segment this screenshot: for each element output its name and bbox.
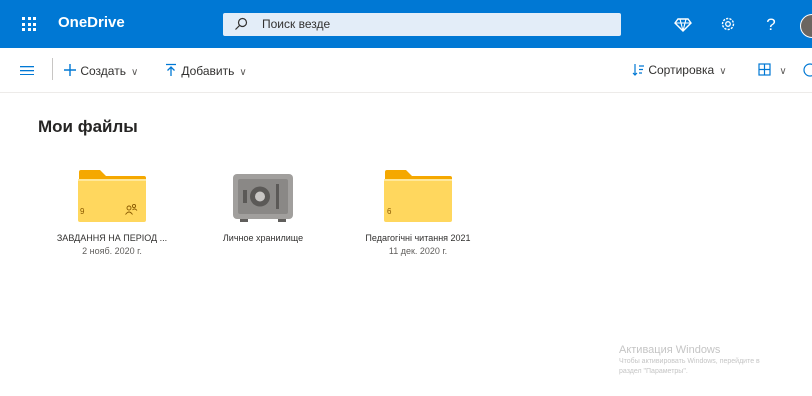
chevron-down-icon: ∨: [130, 67, 139, 78]
app-name[interactable]: OneDrive: [58, 14, 125, 31]
upload-arrow-icon: [166, 63, 176, 76]
shared-people-icon: [125, 203, 138, 215]
windows-activation-watermark: Активация Windows Чтобы активировать Win…: [619, 344, 760, 376]
new-button[interactable]: Создать ∨: [63, 63, 138, 78]
view-switcher-button[interactable]: ∨: [758, 63, 787, 77]
upload-button[interactable]: Добавить ∨: [164, 63, 247, 78]
chevron-down-icon: ∨: [719, 66, 727, 77]
nav-menu-icon[interactable]: [20, 65, 34, 75]
vault-tile[interactable]: Личное хранилище: [193, 170, 333, 243]
folder-tile[interactable]: 9 ЗАВДАННЯ НА ПЕРІОД ... 2 нояб. 2020 г.: [42, 170, 182, 256]
watermark-text: Чтобы активировать Windows, перейдите в: [619, 358, 760, 365]
folder-item-count: 6: [387, 207, 392, 216]
upload-button-label: Добавить: [181, 64, 235, 78]
avatar[interactable]: [800, 14, 812, 38]
folder-tile[interactable]: 6 Педагогічні читання 2021 11 дек. 2020 …: [348, 170, 488, 256]
details-info-icon[interactable]: [803, 63, 812, 77]
folder-thumbnail: 9: [42, 170, 182, 225]
folder-icon: [384, 170, 452, 222]
svg-text:?: ?: [766, 15, 775, 34]
sort-icon: [632, 64, 644, 76]
sort-button-label: Сортировка: [648, 63, 715, 77]
grid-view-icon: [758, 63, 771, 76]
folder-item-count: 9: [80, 207, 85, 216]
item-date: 11 дек. 2020 г.: [388, 246, 448, 256]
new-button-label: Создать: [80, 64, 126, 78]
suite-header: OneDrive Поиск везде ?: [0, 0, 812, 48]
waffle-icon[interactable]: [22, 17, 36, 31]
premium-diamond-icon[interactable]: [673, 14, 693, 34]
item-name: Личное хранилище: [222, 233, 304, 243]
page-title: Мои файлы: [38, 117, 138, 136]
search-icon: [235, 17, 248, 30]
settings-gear-icon[interactable]: [718, 14, 738, 34]
watermark-title: Активация Windows: [619, 344, 721, 356]
search-box[interactable]: Поиск везде: [223, 13, 621, 36]
vault-thumbnail: [193, 170, 333, 225]
plus-icon: [64, 64, 76, 76]
command-bar: Создать ∨ Добавить ∨ Сортировка ∨ ∨: [0, 48, 812, 93]
item-date: 2 нояб. 2020 г.: [82, 246, 142, 256]
chevron-down-icon: ∨: [239, 67, 247, 78]
chevron-down-icon: ∨: [779, 66, 787, 77]
item-name: ЗАВДАННЯ НА ПЕРІОД ...: [56, 233, 168, 243]
item-name: Педагогічні читання 2021: [365, 233, 471, 243]
folder-thumbnail: 6: [348, 170, 488, 225]
divider: [52, 58, 53, 80]
sort-button[interactable]: Сортировка ∨: [632, 63, 727, 77]
search-input[interactable]: Поиск везде: [262, 17, 330, 31]
help-icon[interactable]: ?: [761, 14, 781, 34]
personal-vault-icon: [233, 174, 293, 222]
watermark-text: раздел "Параметры".: [619, 368, 688, 375]
